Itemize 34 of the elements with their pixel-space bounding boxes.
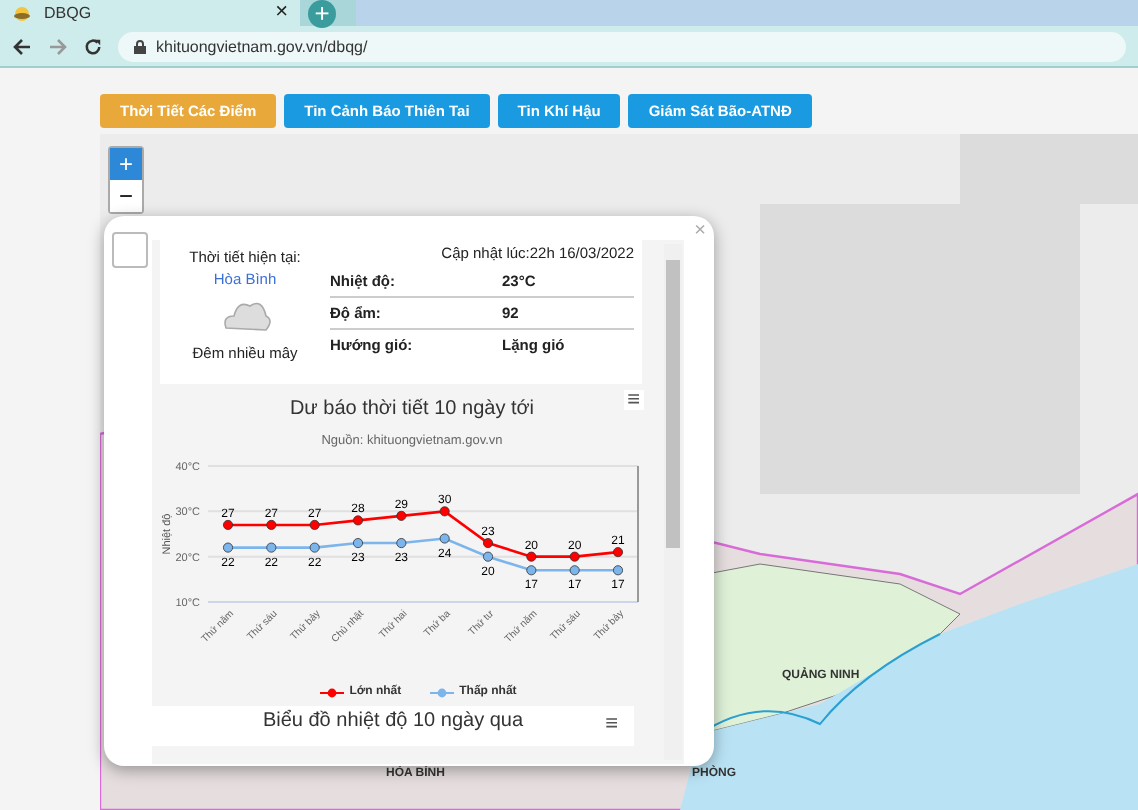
data-point (613, 547, 623, 558)
weather-logo-icon (12, 5, 32, 21)
data-point (223, 519, 233, 530)
data-point (526, 551, 537, 562)
data-point (266, 542, 277, 553)
data-point (266, 519, 277, 530)
data-point (353, 538, 363, 549)
data-point (569, 565, 580, 576)
url-text: khituongvietnam.gov.vn/dbqg/ (156, 37, 368, 55)
data-point (526, 565, 537, 576)
close-tab-button[interactable]: × (275, 2, 288, 24)
data-point (309, 542, 320, 553)
chart-title: Biểu đồ nhiệt độ 10 ngày qua (262, 710, 524, 732)
browser-tab[interactable]: DBQG × (0, 0, 300, 26)
data-point (223, 542, 233, 553)
lock-icon (134, 39, 146, 53)
data-point (396, 538, 407, 549)
data-point (613, 565, 623, 576)
reload-icon[interactable] (84, 37, 102, 55)
empty-frame (112, 232, 148, 268)
scrollbar[interactable] (664, 244, 682, 760)
menu-icon[interactable]: ≡ (601, 714, 622, 734)
data-point (439, 533, 450, 544)
chart-title: Dư báo thời tiết 10 ngày tới (289, 398, 535, 420)
data-point (439, 506, 450, 517)
data-point (396, 510, 407, 521)
tab-title: DBQG (44, 4, 94, 22)
data-point (569, 551, 580, 562)
data-point (309, 519, 320, 530)
data-point (353, 515, 363, 526)
zoom-in-button[interactable]: + (110, 148, 142, 180)
menu-icon[interactable]: ≡ (623, 390, 644, 410)
address-bar[interactable]: khituongvietnam.gov.vn/dbqg/ (118, 31, 1126, 61)
back-icon[interactable] (12, 37, 32, 55)
